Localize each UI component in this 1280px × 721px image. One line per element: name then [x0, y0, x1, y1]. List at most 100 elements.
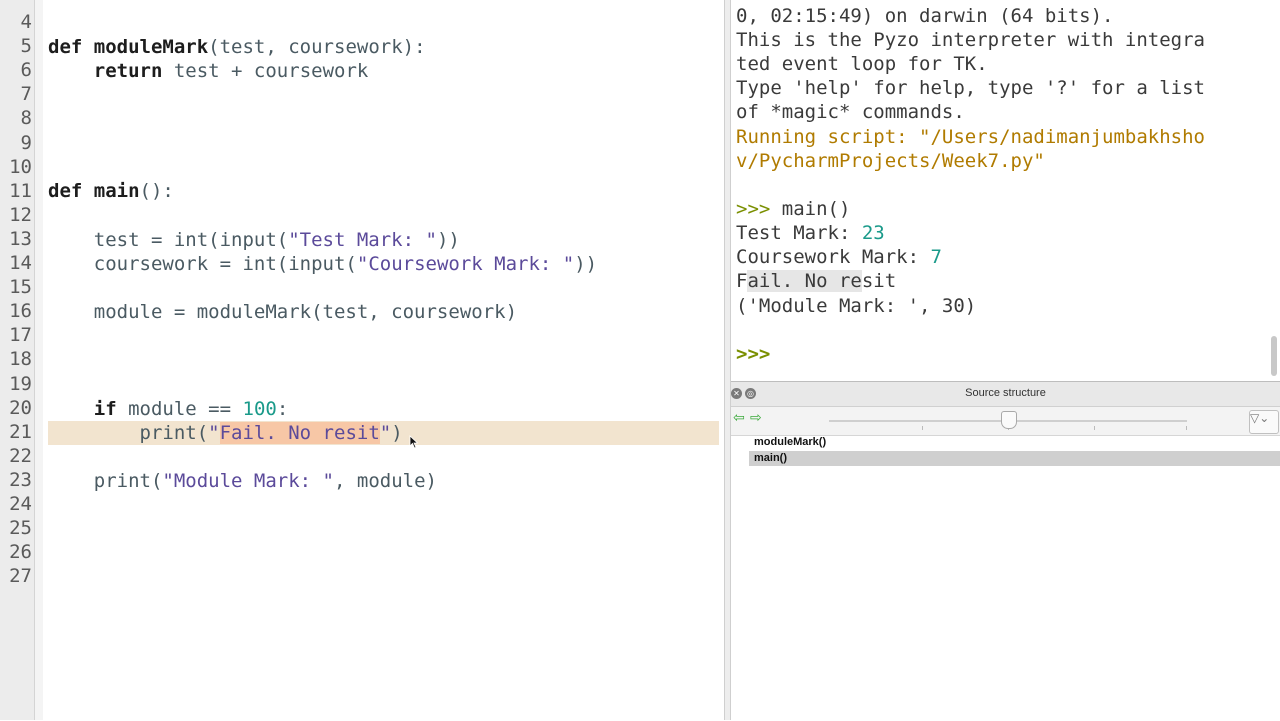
output-label: Test Mark: [736, 222, 862, 244]
code-line-5[interactable]: def moduleMark(test, coursework): [48, 35, 426, 59]
running-script-line: Running script: "/Users/nadimanjumbakhsh… [736, 126, 1205, 148]
running-script-line: v/PycharmProjects/Week7.py" [736, 150, 1045, 172]
fold-margin [35, 0, 43, 720]
shell-prompt: >>> [736, 198, 771, 220]
highlighted-output: ail. No re [747, 270, 862, 292]
line-number: 15 [9, 276, 32, 299]
line-number: 18 [9, 348, 32, 371]
string-literal: "Module Mark: " [162, 470, 334, 492]
structure-item-label: moduleMark() [754, 436, 827, 448]
code-line-14[interactable]: coursework = int(input("Coursework Mark:… [48, 252, 597, 276]
line-number: 6 [20, 59, 32, 82]
code-text: print( [93, 470, 163, 492]
output-label: Coursework Mark: [736, 246, 931, 268]
string-literal: "Coursework Mark: " [356, 253, 575, 275]
function-params: (): [139, 180, 174, 202]
slider-tick [1186, 426, 1187, 430]
code-text: print( [139, 422, 209, 444]
line-number: 16 [9, 300, 32, 323]
pane-splitter[interactable] [724, 0, 731, 720]
code-text: coursework = int(input( [93, 253, 357, 275]
back-arrow-icon[interactable]: ⇦ [733, 410, 745, 426]
string-quote: " [208, 422, 220, 444]
shell-line: Type 'help' for help, type '?' for a lis… [736, 77, 1205, 99]
line-number: 17 [9, 324, 32, 347]
code-text: , module) [334, 470, 437, 492]
def-keyword: def [48, 180, 83, 202]
code-line-13[interactable]: test = int(input("Test Mark: ")) [48, 228, 460, 252]
code-editor[interactable]: 4 5 6 7 8 9 10 11 12 13 14 15 16 17 18 19 20 21 22 23 24 25 26… [0, 0, 724, 720]
structure-item-main[interactable]: main() [749, 451, 1280, 466]
shell-output-line: Coursework Mark: 7 [736, 245, 942, 269]
source-structure-panel: ✕ ◎ Source structure ⇦ ⇨ ▽⌄ moduleMark()… [731, 381, 1280, 721]
line-number: 27 [9, 565, 32, 588]
return-expression: test + coursework [173, 60, 369, 82]
shell-scrollbar[interactable] [1271, 336, 1277, 376]
line-number: 12 [9, 203, 32, 226]
mouse-cursor-icon [409, 435, 419, 449]
output-text: F [736, 270, 748, 292]
if-keyword: if [93, 398, 117, 420]
line-number: 11 [9, 179, 32, 202]
line-number: 9 [20, 131, 32, 154]
shell-command-line: >>> main() [736, 197, 850, 221]
line-number: 7 [20, 83, 32, 106]
shell-line: This is the Pyzo interpreter with integr… [736, 29, 1205, 51]
line-number: 26 [9, 541, 32, 564]
code-line-16[interactable]: module = moduleMark(test, coursework) [48, 300, 517, 324]
line-number: 22 [9, 444, 32, 467]
structure-item-modulemark[interactable]: moduleMark() [749, 435, 1280, 450]
return-keyword: return [93, 60, 163, 82]
code-line-20[interactable]: if module == 100: [48, 397, 289, 421]
line-number: 23 [9, 468, 32, 491]
structure-toolbar: ⇦ ⇨ ▽⌄ [731, 407, 1280, 436]
panel-title: Source structure [965, 387, 1046, 399]
shell-line: 0, 02:15:49) on darwin (64 bits). [736, 5, 1114, 27]
forward-arrow-icon[interactable]: ⇨ [750, 410, 762, 426]
slider-tick [1094, 426, 1095, 430]
shell-line: of *magic* commands. [736, 101, 965, 123]
shell-output-line: Test Mark: 23 [736, 221, 885, 245]
line-number: 19 [9, 372, 32, 395]
user-input-value: 7 [930, 246, 942, 268]
def-keyword: def [48, 36, 83, 58]
user-input-value: 23 [861, 222, 885, 244]
code-text: )) [574, 253, 598, 275]
code-text: module == [128, 398, 232, 420]
python-shell[interactable]: 0, 02:15:49) on darwin (64 bits). This i… [731, 0, 1280, 380]
function-name: moduleMark [93, 36, 209, 58]
line-number: 5 [20, 35, 32, 58]
code-text: )) [436, 229, 460, 251]
string-literal: "Test Mark: " [288, 229, 437, 251]
line-number: 24 [9, 493, 32, 515]
shell-command: main() [770, 198, 851, 220]
code-text: ) [391, 422, 403, 444]
structure-item-label: main() [754, 452, 787, 464]
line-number: 25 [9, 517, 32, 540]
shell-output-line: ('Module Mark: ', 30) [736, 295, 977, 317]
output-text: sit [861, 270, 897, 292]
line-number: 14 [9, 252, 32, 274]
line-number: 8 [20, 107, 32, 130]
line-number: 13 [9, 227, 32, 250]
code-line-6[interactable]: return test + coursework [48, 59, 369, 83]
code-text: : [276, 398, 289, 420]
code-text: module = moduleMark(test, coursework) [93, 301, 518, 323]
code-line-21[interactable]: print("Fail. No resit") [48, 421, 403, 445]
code-line-11[interactable]: def main(): [48, 179, 174, 203]
filter-icon[interactable]: ▽⌄ [1249, 410, 1279, 434]
number-literal: 100 [242, 398, 277, 420]
slider-tick [922, 426, 923, 430]
string-quote: " [379, 422, 392, 444]
code-text: test = int(input( [93, 229, 289, 251]
shell-input-prompt[interactable]: >>> [736, 342, 770, 366]
code-line-23[interactable]: print("Module Mark: ", module) [48, 469, 437, 493]
line-number: 10 [9, 155, 32, 178]
level-slider-thumb[interactable] [1001, 411, 1017, 429]
selected-text: Fail. No resit [219, 422, 380, 444]
function-params: (test, coursework): [208, 36, 426, 58]
function-name: main [93, 180, 140, 202]
line-number: 21 [9, 420, 32, 443]
shell-line: ted event loop for TK. [736, 53, 988, 75]
line-number: 4 [20, 11, 32, 33]
